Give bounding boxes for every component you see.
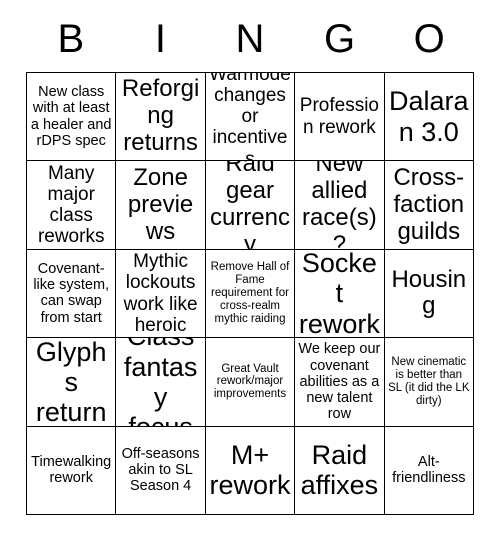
bingo-cell-label: New cinematic is better than SL (it did … xyxy=(388,356,470,407)
bingo-card: B I N G O New class with at least a heal… xyxy=(0,0,500,544)
bingo-cell-r2c3[interactable]: Raid gear currency xyxy=(205,161,296,250)
bingo-cell-label: New class with at least a healer and rDP… xyxy=(30,84,112,149)
bingo-cell-label: Zone previews xyxy=(127,163,194,245)
bingo-cell-label: Alt-friendliness xyxy=(392,454,466,487)
bingo-cell-r5c1[interactable]: Timewalking rework xyxy=(27,426,117,515)
bingo-cell-label: Profession rework xyxy=(299,95,379,138)
bingo-cell-label: Class fantasy focus xyxy=(123,338,198,425)
bingo-cell-r4c4[interactable]: We keep our covenant abilities as a new … xyxy=(295,338,385,427)
bingo-cell-r2c2[interactable]: Zone previews xyxy=(116,161,206,250)
bingo-cell-label: Covenant-like system, can swap from star… xyxy=(33,261,110,326)
bingo-cell-r3c1[interactable]: Covenant-like system, can swap from star… xyxy=(27,249,117,339)
bingo-cell-label: Raid gear currency xyxy=(209,161,290,250)
bingo-cell-label: Great Vault rework/major improvements xyxy=(213,362,287,401)
bingo-cell-r1c3[interactable]: Warmode changes or incentives xyxy=(205,73,296,162)
bingo-cell-label: Off-seasons akin to SL Season 4 xyxy=(121,445,200,495)
bingo-cell-r3c3[interactable]: Remove Hall of Fame requirement for cros… xyxy=(205,249,296,339)
bingo-cell-r5c5[interactable]: Alt-friendliness xyxy=(384,426,474,515)
bingo-cell-r4c5[interactable]: New cinematic is better than SL (it did … xyxy=(384,338,474,427)
header-letter-n: N xyxy=(235,17,265,61)
bingo-cell-r3c5[interactable]: Housing xyxy=(384,249,474,339)
header-letter-b: B xyxy=(57,17,85,61)
bingo-cell-label: Glyphs return xyxy=(35,338,107,427)
bingo-cell-label: Housing xyxy=(391,265,467,320)
bingo-cell-r1c4[interactable]: Profession rework xyxy=(295,73,385,162)
bingo-cell-label: We keep our covenant abilities as a new … xyxy=(298,341,381,423)
bingo-cell-label: Warmode changes or incentives xyxy=(209,73,291,162)
bingo-cell-label: Socket rework xyxy=(298,249,380,339)
bingo-cell-label: Timewalking rework xyxy=(31,454,112,487)
bingo-cell-label: Raid affixes xyxy=(300,440,379,501)
bingo-cell-r2c5[interactable]: Cross-faction guilds xyxy=(384,161,474,250)
bingo-cell-label: Cross-faction guilds xyxy=(393,163,465,245)
bingo-grid: New class with at least a healer and rDP… xyxy=(26,72,474,515)
bingo-cell-label: Many major class reworks xyxy=(37,162,105,248)
bingo-cell-r3c4[interactable]: Socket rework xyxy=(295,249,385,339)
bingo-header: B I N G O xyxy=(26,8,474,70)
bingo-cell-r5c2[interactable]: Off-seasons akin to SL Season 4 xyxy=(116,426,206,515)
bingo-cell-r1c1[interactable]: New class with at least a healer and rDP… xyxy=(27,73,117,162)
bingo-cell-r5c3[interactable]: M+ rework xyxy=(205,426,296,515)
bingo-cell-r4c3[interactable]: Great Vault rework/major improvements xyxy=(205,338,296,427)
bingo-cell-r3c2[interactable]: Mythic lockouts work like heroic xyxy=(116,249,206,339)
header-letter-i: I xyxy=(154,17,166,61)
bingo-cell-label: Remove Hall of Fame requirement for cros… xyxy=(210,261,290,325)
bingo-cell-label: New allied race(s)? xyxy=(302,161,377,250)
bingo-cell-label: Dalaran 3.0 xyxy=(389,86,469,147)
bingo-cell-r1c5[interactable]: Dalaran 3.0 xyxy=(384,73,474,162)
bingo-cell-r2c4[interactable]: New allied race(s)? xyxy=(295,161,385,250)
bingo-cell-r4c1[interactable]: Glyphs return xyxy=(27,338,117,427)
bingo-cell-label: Reforging returns xyxy=(121,75,200,157)
bingo-cell-r5c4[interactable]: Raid affixes xyxy=(295,426,385,515)
bingo-cell-r2c1[interactable]: Many major class reworks xyxy=(27,161,117,250)
bingo-cell-r4c2[interactable]: Class fantasy focus xyxy=(116,338,206,427)
bingo-cell-label: M+ rework xyxy=(209,440,291,501)
header-letter-o: O xyxy=(413,17,445,61)
header-letter-g: G xyxy=(324,17,356,61)
bingo-cell-r1c2[interactable]: Reforging returns xyxy=(116,73,206,162)
bingo-cell-label: Mythic lockouts work like heroic xyxy=(123,250,198,336)
